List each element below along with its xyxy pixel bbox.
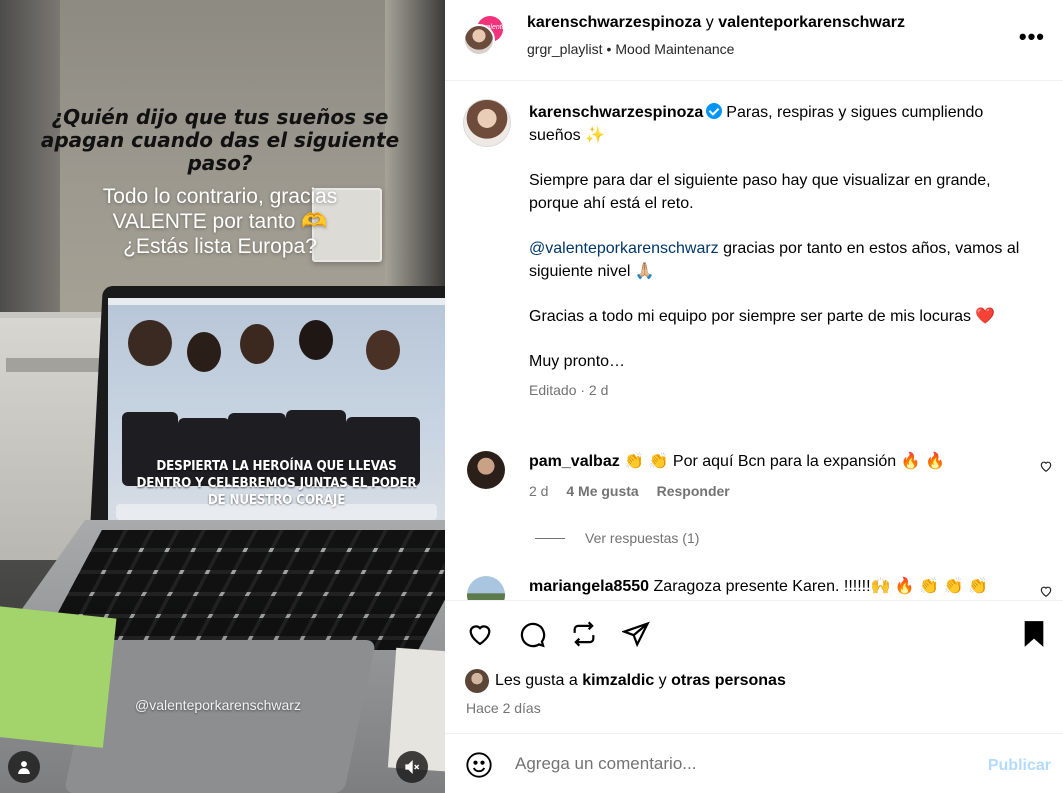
caption-paragraph: Muy pronto…: [529, 353, 626, 370]
bookmark-icon[interactable]: [1019, 619, 1049, 649]
mac-dock: [116, 504, 437, 520]
audio-artist[interactable]: grgr_playlist: [527, 41, 602, 57]
comment-username[interactable]: mariangela8550: [529, 578, 649, 595]
comment-avatar[interactable]: [467, 576, 505, 600]
comment-like-heart-icon[interactable]: [1039, 584, 1053, 600]
user-icon: [18, 761, 30, 774]
view-replies[interactable]: Ver respuestas (1): [535, 530, 699, 546]
overlay-subtitle-line: VALENTE por tanto 🫶: [112, 210, 328, 233]
send-icon[interactable]: [621, 619, 651, 649]
verified-badge-icon: [706, 103, 723, 119]
caption-author-avatar[interactable]: [463, 99, 511, 147]
mute-button[interactable]: [396, 751, 428, 783]
caption-mention[interactable]: @valenteporkarenschwarz: [529, 240, 719, 257]
caption-meta: Editado · 2 d: [529, 382, 609, 398]
comment-meta: 2 d 4 Me gusta Responder: [529, 483, 744, 499]
comment-text: pam_valbaz 👏 👏 Por aquí Bcn para la expa…: [529, 451, 1009, 473]
connector-text: y: [705, 14, 714, 31]
comment-content: Zaragoza presente Karen. !!!!!!🙌 🔥 👏 👏 👏: [653, 578, 988, 595]
post-timestamp[interactable]: Hace 2 días: [466, 700, 541, 716]
watermark-handle: @valenteporkarenschwarz: [135, 697, 301, 713]
caption-paragraph: Siempre para dar el siguiente paso hay q…: [529, 172, 991, 212]
replies-line: [535, 537, 565, 539]
screen-banner-text: DESPIERTA LA HEROÍNA QUE LLEVAS DENTRO Y…: [136, 459, 417, 508]
separator-dot: •: [606, 41, 612, 57]
likes-prefix: Les gusta a: [495, 672, 578, 689]
comment-icon[interactable]: [517, 619, 547, 649]
heart-icon[interactable]: [465, 619, 495, 649]
action-icons: [465, 619, 651, 649]
publish-button[interactable]: Publicar: [988, 757, 1051, 775]
comment-like-heart-icon[interactable]: [1039, 459, 1053, 478]
add-comment-bar: Publicar: [445, 733, 1063, 793]
overlay-subtitle-line: ¿Estás lista Europa?: [123, 235, 317, 258]
sticky-note: [0, 606, 117, 748]
comment-likes[interactable]: 4 Me gusta: [566, 483, 638, 499]
reply-button[interactable]: Responder: [657, 483, 730, 499]
post-panel: valente karenschwarzespinoza y valentepo…: [445, 0, 1063, 793]
comment-avatar[interactable]: [467, 451, 505, 489]
author-avatar[interactable]: [463, 24, 495, 56]
comment-time: 2 d: [529, 483, 549, 499]
comment-text: mariangela8550 Zaragoza presente Karen. …: [529, 576, 1009, 598]
likes-summary: Les gusta a kimzaldic y otras personas: [465, 669, 786, 693]
comment-content: 👏 👏 Por aquí Bcn para la expansión 🔥 🔥: [624, 453, 945, 470]
speaker-muted-icon: [405, 760, 420, 774]
overlay-title: ¿Quién dijo que tus sueños se apagan cua…: [40, 105, 400, 175]
comments-section[interactable]: karenschwarzespinoza Paras, respiras y si…: [445, 81, 1063, 600]
tagged-users-button[interactable]: [8, 751, 40, 783]
view-replies-label[interactable]: Ver respuestas (1): [585, 530, 699, 546]
caption-paragraph: Gracias a todo mi equipo por siempre ser…: [529, 308, 996, 325]
caption-username[interactable]: karenschwarzespinoza: [529, 104, 703, 121]
post-header: valente karenschwarzespinoza y valentepo…: [445, 0, 1063, 81]
author-username[interactable]: karenschwarzespinoza: [527, 14, 701, 31]
comment-input[interactable]: [515, 748, 965, 780]
comment-username[interactable]: pam_valbaz: [529, 453, 620, 470]
mac-menubar: [108, 298, 445, 305]
action-bar: Les gusta a kimzaldic y otras personas H…: [445, 600, 1063, 732]
overlay-subtitle: Todo lo contrario, gracias VALENTE por t…: [30, 184, 410, 259]
overlay-subtitle-line: Todo lo contrario, gracias: [102, 185, 338, 208]
laptop-display: DESPIERTA LA HEROÍNA QUE LLEVAS DENTRO Y…: [108, 298, 445, 526]
liker-avatar[interactable]: [465, 669, 489, 693]
more-options-icon[interactable]: •••: [1019, 24, 1045, 50]
audio-track[interactable]: Mood Maintenance: [615, 41, 734, 57]
others-link[interactable]: otras personas: [671, 672, 786, 690]
collaborator-username[interactable]: valenteporkarenschwarz: [718, 14, 905, 31]
post-media[interactable]: DESPIERTA LA HEROÍNA QUE LLEVAS DENTRO Y…: [0, 0, 445, 793]
emoji-icon[interactable]: [465, 751, 493, 784]
repost-icon[interactable]: [569, 619, 599, 649]
liker-username[interactable]: kimzaldic: [582, 672, 654, 690]
likes-connector: y: [658, 672, 667, 689]
audio-info: grgr_playlist • Mood Maintenance: [527, 41, 734, 57]
header-usernames: karenschwarzespinoza y valenteporkarensc…: [527, 14, 905, 32]
post-caption: karenschwarzespinoza Paras, respiras y si…: [529, 101, 1029, 402]
